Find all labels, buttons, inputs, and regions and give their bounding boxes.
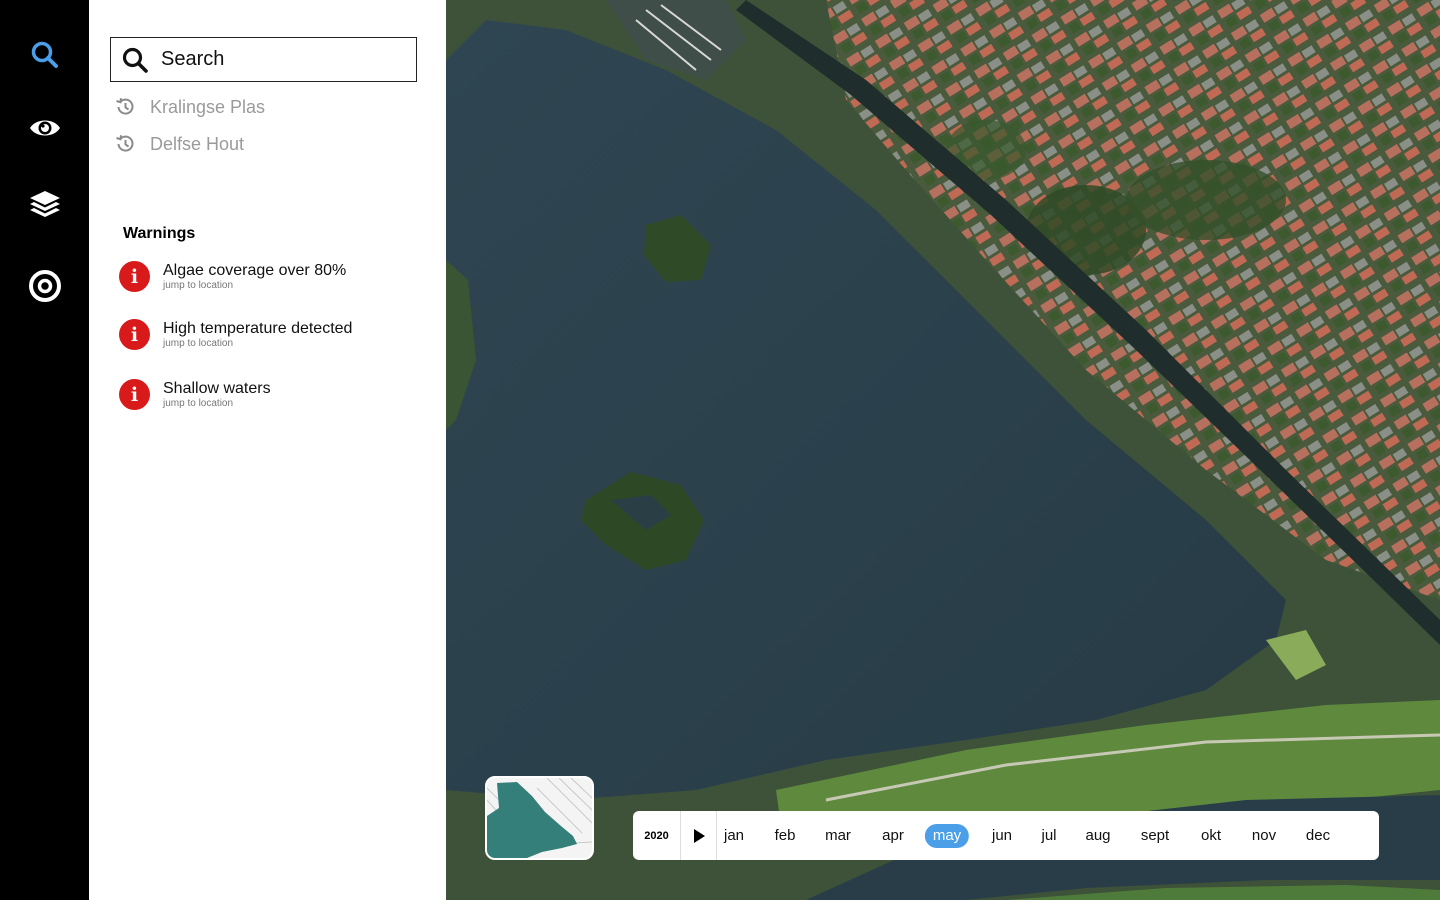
month-jul[interactable]: jul bbox=[1033, 824, 1064, 848]
month-selector: jan feb mar apr may jun jul aug sept okt nov dec bbox=[717, 811, 1379, 860]
rail-search-button[interactable] bbox=[22, 32, 68, 78]
warning-item: i Shallow waters jump to location bbox=[119, 379, 271, 410]
month-apr[interactable]: apr bbox=[874, 824, 912, 848]
rail-layers-button[interactable] bbox=[22, 182, 68, 228]
target-icon bbox=[29, 270, 61, 302]
search-panel: Kralingse Plas Delfse Hout Warnings i Al… bbox=[89, 0, 446, 900]
jump-to-location-link[interactable]: jump to location bbox=[163, 338, 352, 350]
recent-search-item[interactable]: Delfse Hout bbox=[114, 133, 244, 155]
recent-search-item[interactable]: Kralingse Plas bbox=[114, 96, 265, 118]
play-icon bbox=[693, 828, 705, 843]
search-box[interactable] bbox=[110, 37, 417, 82]
search-input[interactable] bbox=[161, 48, 391, 71]
month-feb[interactable]: feb bbox=[767, 824, 804, 848]
icon-rail bbox=[0, 0, 89, 900]
month-mar[interactable]: mar bbox=[817, 824, 859, 848]
warning-item: i High temperature detected jump to loca… bbox=[119, 319, 352, 350]
rail-target-button[interactable] bbox=[22, 263, 68, 309]
month-jan[interactable]: jan bbox=[716, 824, 752, 848]
app-root: Kralingse Plas Delfse Hout Warnings i Al… bbox=[0, 0, 1440, 900]
minimap-graphic bbox=[487, 778, 592, 858]
satellite-imagery bbox=[446, 0, 1440, 900]
search-icon bbox=[31, 41, 58, 68]
recent-search-label: Delfse Hout bbox=[150, 133, 245, 154]
warning-title: Algae coverage over 80% bbox=[163, 262, 347, 279]
month-aug[interactable]: aug bbox=[1077, 824, 1118, 848]
warnings-heading: Warnings bbox=[123, 225, 196, 242]
month-sept[interactable]: sept bbox=[1133, 824, 1177, 848]
timeline-year: 2020 bbox=[633, 811, 681, 860]
month-jun[interactable]: jun bbox=[984, 824, 1020, 848]
info-icon: i bbox=[119, 261, 150, 292]
jump-to-location-link[interactable]: jump to location bbox=[163, 398, 271, 410]
minimap-thumbnail[interactable] bbox=[485, 776, 594, 860]
month-okt[interactable]: okt bbox=[1193, 824, 1229, 848]
eye-icon bbox=[30, 120, 60, 136]
satellite-map[interactable] bbox=[446, 0, 1440, 900]
warning-title: Shallow waters bbox=[163, 380, 271, 397]
layers-icon bbox=[30, 191, 60, 217]
info-icon: i bbox=[119, 379, 150, 410]
search-icon bbox=[122, 47, 148, 73]
month-may[interactable]: may bbox=[924, 824, 970, 848]
play-button[interactable] bbox=[681, 811, 717, 860]
warning-item: i Algae coverage over 80% jump to locati… bbox=[119, 261, 346, 292]
info-icon: i bbox=[119, 319, 150, 350]
jump-to-location-link[interactable]: jump to location bbox=[163, 280, 346, 292]
month-nov[interactable]: nov bbox=[1244, 824, 1284, 848]
history-icon bbox=[116, 98, 134, 115]
timeline-bar: 2020 jan feb mar apr may jun jul aug sept okt nov d… bbox=[633, 811, 1379, 860]
recent-search-label: Kralingse Plas bbox=[150, 96, 266, 117]
warning-title: High temperature detected bbox=[163, 320, 353, 337]
month-dec[interactable]: dec bbox=[1298, 824, 1338, 848]
history-icon bbox=[116, 135, 134, 152]
rail-view-button[interactable] bbox=[22, 105, 68, 151]
